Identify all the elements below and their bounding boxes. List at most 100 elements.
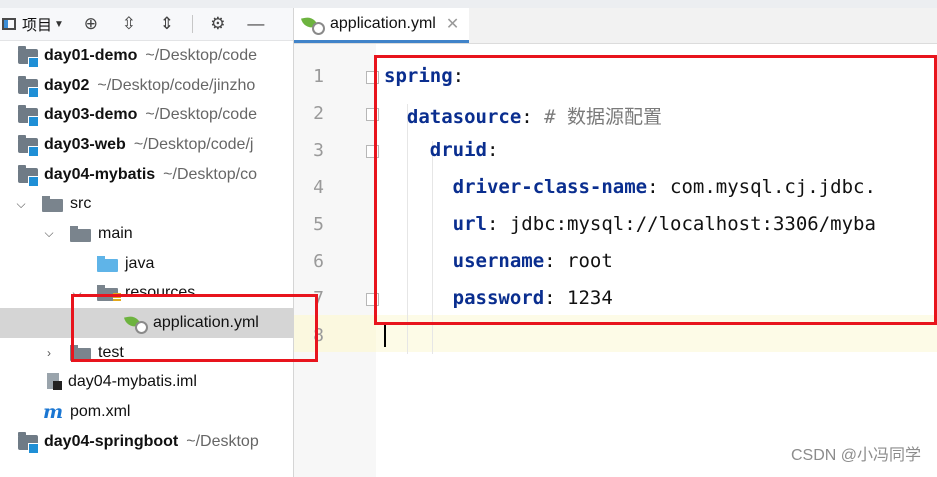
code-line: driver-class-name: com.mysql.cj.jdbc.: [384, 176, 876, 198]
line-number: 5: [313, 214, 324, 235]
tree-item-pom[interactable]: m pom.xml: [0, 397, 293, 427]
code-line: druid:: [384, 139, 499, 161]
yaml-value: 1234: [555, 287, 613, 309]
tree-item-label: day04-mybatis.iml: [68, 373, 197, 391]
code-line: username: root: [384, 250, 613, 272]
fold-marker-icon[interactable]: [366, 108, 379, 121]
fold-marker-icon[interactable]: [366, 145, 379, 158]
chevron-down-icon[interactable]: ⌵: [70, 286, 84, 301]
tree-item-label: day04-mybatis: [44, 165, 156, 183]
tree-item-java[interactable]: java: [0, 249, 293, 279]
module-folder-icon: [16, 105, 40, 128]
tree-item-application-yml[interactable]: application.yml: [0, 308, 293, 338]
tree-item-day03-web[interactable]: day03-web ~/Desktop/code/j: [0, 130, 293, 160]
text-caret: [384, 325, 386, 347]
yaml-separator: :: [544, 287, 556, 309]
tree-item-day02[interactable]: day02 ~/Desktop/code/jinzho: [0, 71, 293, 101]
module-folder-icon: [16, 45, 40, 68]
chevron-down-icon[interactable]: ⌵: [42, 226, 56, 241]
tree-item-day04-mybatis[interactable]: day04-mybatis ~/Desktop/co: [0, 160, 293, 190]
tree-item-label: resources: [125, 284, 196, 302]
spring-config-icon: [301, 15, 325, 35]
fold-end-marker-icon[interactable]: [366, 293, 379, 306]
code-editor[interactable]: 1 2 3 4 5 6 7 8 spring: datasource: # 数据…: [294, 44, 937, 477]
line-number: 7: [313, 288, 324, 309]
project-view-icon: [2, 18, 16, 30]
yaml-key: druid: [429, 139, 487, 161]
yaml-separator: :: [486, 213, 499, 235]
project-tree: day01-demo ~/Desktop/code day02 ~/Deskto…: [0, 41, 293, 457]
line-number: 8: [313, 325, 324, 346]
tree-item-day04-springboot[interactable]: day04-springboot ~/Desktop: [0, 427, 293, 457]
expand-all-icon[interactable]: ⇳: [116, 11, 142, 37]
yaml-separator: :: [647, 176, 659, 198]
code-line: spring:: [384, 65, 464, 87]
tab-label: application.yml: [330, 15, 436, 32]
hide-panel-icon[interactable]: —: [243, 11, 269, 37]
module-folder-icon: [16, 164, 40, 187]
yaml-separator: :: [486, 139, 499, 161]
tree-item-label: day03-web: [44, 135, 126, 153]
folder-icon: [70, 344, 92, 361]
tree-item-main[interactable]: ⌵ main: [0, 219, 293, 249]
tab-application-yml[interactable]: application.yml ✕: [294, 8, 470, 43]
collapse-all-icon[interactable]: ⇕: [154, 11, 180, 37]
tree-item-label: src: [70, 195, 92, 213]
yaml-key: url: [452, 213, 487, 235]
module-folder-icon: [16, 134, 40, 157]
resources-folder-icon: [97, 285, 121, 303]
yaml-separator: :: [521, 106, 533, 128]
toolbar-divider: [191, 15, 193, 33]
tree-item-label: test: [98, 343, 124, 361]
line-number: 6: [313, 251, 324, 272]
tree-item-path: ~/Desktop/code: [145, 106, 257, 124]
yaml-key: driver-class-name: [452, 176, 648, 198]
yaml-value: jdbc:mysql://localhost:3306/myba: [498, 213, 876, 235]
chevron-right-icon[interactable]: ›: [42, 346, 56, 360]
tree-item-label: day02: [44, 76, 90, 94]
chevron-down-icon[interactable]: ⌵: [14, 197, 28, 212]
yaml-separator: :: [544, 250, 556, 272]
code-line: password: 1234: [384, 287, 613, 309]
fold-marker-icon[interactable]: [366, 71, 379, 84]
yaml-key: username: [452, 250, 545, 272]
project-toolbar: 项目 ▼ ⊕ ⇳ ⇕ ⚙ —: [0, 8, 293, 41]
indent-guide: [432, 141, 433, 354]
tree-item-day03-demo[interactable]: day03-demo ~/Desktop/code: [0, 100, 293, 130]
line-number: 2: [313, 103, 324, 124]
code-line: datasource: # 数据源配置: [384, 102, 662, 129]
source-folder-icon: [97, 255, 119, 272]
yaml-separator: :: [452, 65, 465, 87]
line-number: 3: [313, 140, 324, 161]
project-panel: 项目 ▼ ⊕ ⇳ ⇕ ⚙ — day01-demo ~/Desktop/code…: [0, 8, 294, 477]
chevron-down-icon[interactable]: ▼: [54, 19, 64, 30]
tree-item-path: ~/Desktop/code/jinzho: [97, 76, 256, 94]
project-view-title[interactable]: 项目: [22, 14, 52, 35]
yaml-value: com.mysql.cj.jdbc.: [658, 176, 876, 198]
yaml-key: datasource: [406, 106, 522, 128]
tree-item-path: ~/Desktop/code: [145, 46, 257, 64]
close-icon[interactable]: ✕: [446, 14, 459, 34]
line-number: 1: [313, 66, 324, 87]
gear-icon[interactable]: ⚙: [205, 11, 231, 37]
maven-icon: m: [42, 401, 64, 424]
line-number: 4: [313, 177, 324, 198]
tree-item-path: ~/Desktop/code/j: [133, 135, 254, 153]
editor-tab-bar: application.yml ✕: [294, 8, 937, 44]
tree-item-src[interactable]: ⌵ src: [0, 189, 293, 219]
tree-item-resources[interactable]: ⌵ resources: [0, 279, 293, 309]
locate-file-icon[interactable]: ⊕: [78, 11, 104, 37]
tree-item-label: java: [125, 254, 155, 272]
yaml-key: password: [452, 287, 545, 309]
module-folder-icon: [16, 75, 40, 98]
tree-item-day01-demo[interactable]: day01-demo ~/Desktop/code: [0, 41, 293, 71]
yaml-comment: # 数据源配置: [532, 106, 663, 128]
caret-row-highlight: [294, 315, 937, 352]
tree-item-label: day04-springboot: [44, 432, 179, 450]
tree-item-test[interactable]: › test: [0, 338, 293, 368]
tree-item-path: ~/Desktop: [186, 432, 259, 450]
tree-item-iml[interactable]: day04-mybatis.iml: [0, 368, 293, 398]
tree-item-label: application.yml: [153, 314, 259, 332]
iml-file-icon: [44, 372, 64, 392]
spring-config-icon: [124, 314, 148, 335]
